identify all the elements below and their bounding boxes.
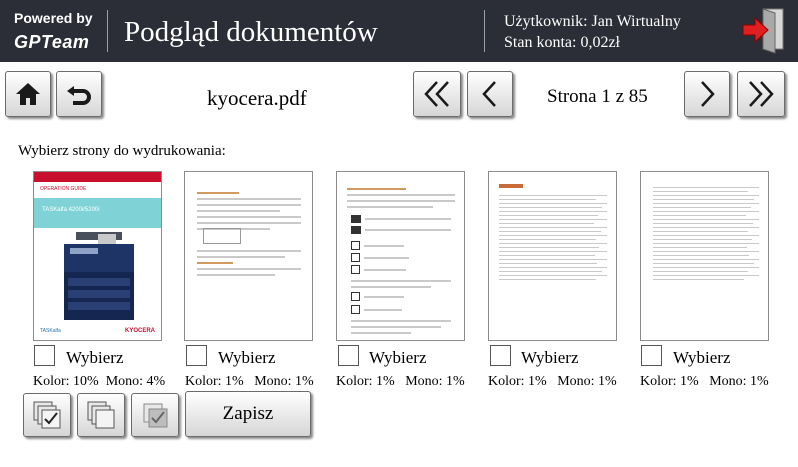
page-thumbnail[interactable]: OPERATION GUIDE TASKalfa 4200i/5200i TAS…: [33, 171, 162, 341]
page-select-label: Wybierz: [66, 348, 124, 367]
toc-heading: [499, 184, 523, 188]
cover-footer-brand: TASKalfa: [40, 328, 61, 334]
user-info: Użytkownik: Jan Wirtualny Stan konta: 0,…: [504, 11, 681, 53]
page-title: Podgląd dokumentów: [124, 16, 378, 48]
logout-button[interactable]: [739, 5, 789, 55]
cover-teal-band: TASKalfa 4200i/5200i: [34, 198, 161, 228]
warning-list: [351, 212, 451, 338]
page-select-label: Wybierz: [369, 348, 427, 367]
page-toner-stats: Kolor: 10% Mono: 4%: [33, 374, 166, 389]
first-page-button[interactable]: [413, 71, 461, 117]
page-toner-stats: Kolor: 1% Mono: 1%: [640, 374, 769, 389]
save-button[interactable]: Zapisz: [185, 391, 311, 437]
model-name: TASKalfa 4200i/5200i: [42, 207, 100, 213]
page-select-label: Wybierz: [218, 348, 276, 367]
page-indicator: Strona 1 z 85: [547, 86, 648, 107]
page-thumbnail[interactable]: [336, 171, 465, 341]
chevron-left-icon: [482, 81, 496, 107]
chevron-right-icon: [701, 81, 715, 107]
printer-image: [64, 232, 134, 320]
page-select-checkbox[interactable]: [641, 345, 662, 366]
brand-logo: GPTeam: [14, 32, 90, 52]
last-page-button[interactable]: [737, 71, 785, 117]
page-select-label: Wybierz: [521, 348, 579, 367]
invert-selection-button[interactable]: [131, 393, 179, 437]
header-divider: [484, 10, 485, 52]
page-select-checkbox[interactable]: [186, 345, 207, 366]
exit-door-icon: [742, 8, 784, 54]
previous-page-button[interactable]: [467, 71, 513, 117]
back-button[interactable]: [56, 71, 102, 117]
toc-lines: [653, 184, 759, 283]
document-filename: kyocera.pdf: [207, 86, 307, 110]
double-chevron-right-icon: [749, 81, 774, 107]
cover-top-band: [34, 172, 161, 182]
deselect-all-button[interactable]: [77, 393, 125, 437]
page-thumbnail[interactable]: [640, 171, 769, 341]
undo-arrow-icon: [67, 86, 91, 105]
page-select-checkbox[interactable]: [490, 345, 511, 366]
page-select-checkbox[interactable]: [338, 345, 359, 366]
page-select-label: Wybierz: [673, 348, 731, 367]
page-thumbnail[interactable]: [488, 171, 617, 341]
powered-by-label: Powered by: [14, 10, 93, 26]
account-balance: Stan konta: 0,02zł: [504, 34, 620, 51]
home-icon: [16, 83, 40, 105]
header-bar: Powered by GPTeam Podgląd dokumentów Uży…: [0, 0, 798, 62]
select-pages-instruction: Wybierz strony do wydrukowania:: [18, 143, 226, 159]
page-text-block: [197, 246, 301, 280]
toc-lines: [499, 192, 607, 283]
page-select-checkbox[interactable]: [34, 345, 55, 366]
page-toner-stats: Kolor: 1% Mono: 1%: [488, 374, 617, 389]
select-all-button[interactable]: [23, 393, 71, 437]
page-thumbnail[interactable]: [184, 171, 313, 341]
checked-page-icon: [143, 403, 168, 428]
kyocera-logo: KYOCERA: [124, 328, 155, 334]
deselect-all-pages-icon: [87, 401, 115, 429]
select-all-pages-icon: [33, 401, 61, 429]
user-name: Użytkownik: Jan Wirtualny: [504, 13, 681, 30]
double-chevron-left-icon: [424, 81, 449, 107]
home-button[interactable]: [5, 71, 51, 117]
page-toner-stats: Kolor: 1% Mono: 1%: [336, 374, 465, 389]
next-page-button[interactable]: [684, 71, 730, 117]
header-divider: [107, 10, 108, 52]
guide-label: OPERATION GUIDE: [40, 186, 87, 192]
page-toner-stats: Kolor: 1% Mono: 1%: [185, 374, 314, 389]
page-illustration: [203, 228, 241, 244]
page-text-block: [347, 184, 455, 212]
